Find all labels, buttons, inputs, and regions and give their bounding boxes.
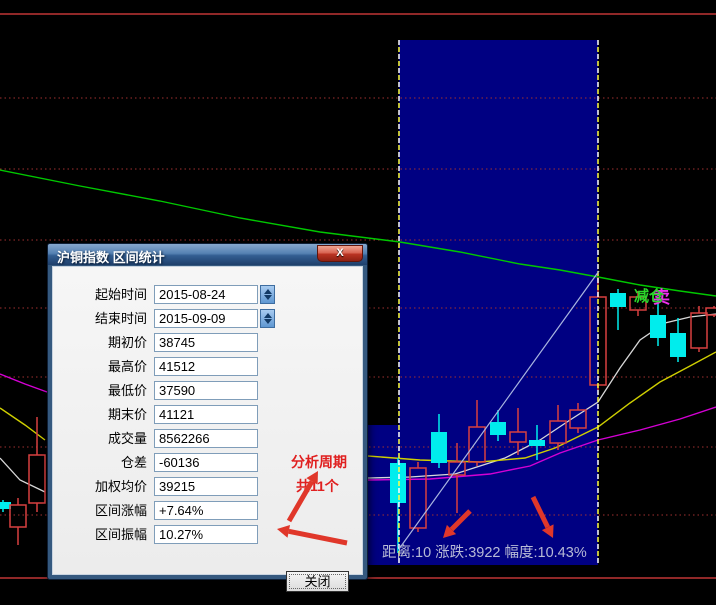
highlight-region bbox=[399, 40, 598, 565]
close-button[interactable]: 关闭 bbox=[286, 571, 349, 592]
field-input[interactable]: 38745 bbox=[154, 333, 258, 352]
period-count-note: 共11个 bbox=[296, 476, 339, 496]
field-label: 区间涨幅 bbox=[59, 501, 147, 520]
candle-up bbox=[691, 313, 707, 348]
field-row: 区间振幅 10.27% bbox=[53, 525, 362, 544]
field-input[interactable]: 37590 bbox=[154, 381, 258, 400]
field-input[interactable]: 41512 bbox=[154, 357, 258, 376]
field-row: 结束时间 2015-09-09 bbox=[53, 309, 362, 328]
ma-yellow-left bbox=[0, 408, 45, 440]
field-label: 最低价 bbox=[59, 381, 147, 400]
dialog-title: 沪铜指数 区间统计 bbox=[57, 247, 165, 266]
date-spinner[interactable] bbox=[260, 309, 275, 328]
field-row: 最高价 41512 bbox=[53, 357, 362, 376]
spinner-down-icon[interactable] bbox=[264, 319, 272, 324]
field-input[interactable]: -60136 bbox=[154, 453, 258, 472]
field-input[interactable]: +7.64% bbox=[154, 501, 258, 520]
close-x-button[interactable]: X bbox=[317, 245, 363, 262]
candle-down bbox=[610, 293, 626, 307]
field-label: 起始时间 bbox=[59, 285, 147, 304]
candle-down bbox=[431, 432, 447, 463]
field-label: 区间振幅 bbox=[59, 525, 147, 544]
candle-down bbox=[390, 463, 406, 503]
field-label: 最高价 bbox=[59, 357, 147, 376]
candle-up bbox=[29, 455, 45, 503]
spinner-up-icon[interactable] bbox=[264, 313, 272, 318]
field-label: 期初价 bbox=[59, 333, 147, 352]
dialog-body: 起始时间 2015-08-24 结束时间 2015-09-09 期初价 38745 最高价 4… bbox=[52, 266, 363, 575]
signal-green-text: 减仓 bbox=[634, 287, 665, 305]
field-input[interactable]: 10.27% bbox=[154, 525, 258, 544]
field-row: 最低价 37590 bbox=[53, 381, 362, 400]
field-label: 成交量 bbox=[59, 429, 147, 448]
field-input[interactable]: 39215 bbox=[154, 477, 258, 496]
field-row: 成交量 8562266 bbox=[53, 429, 362, 448]
field-label: 加权均价 bbox=[59, 477, 147, 496]
ma-white-left bbox=[0, 458, 45, 492]
field-row: 期末价 41121 bbox=[53, 405, 362, 424]
field-row: 起始时间 2015-08-24 bbox=[53, 285, 362, 304]
field-input[interactable]: 2015-09-09 bbox=[154, 309, 258, 328]
field-label: 仓差 bbox=[59, 453, 147, 472]
field-label: 结束时间 bbox=[59, 309, 147, 328]
region-stats-text: 距离:10 涨跌:3922 幅度:10.43% bbox=[382, 544, 587, 561]
field-input[interactable]: 8562266 bbox=[154, 429, 258, 448]
trading-app-screen: 距离:10 涨跌:3922 幅度:10.43%卖减仓 沪铜指数 区间统计 X 起… bbox=[0, 0, 716, 605]
interval-statistics-dialog: 沪铜指数 区间统计 X 起始时间 2015-08-24 结束时间 2015-09-09… bbox=[47, 243, 368, 580]
candle-up bbox=[10, 505, 26, 527]
field-row: 期初价 38745 bbox=[53, 333, 362, 352]
analysis-period-note: 分析周期 bbox=[291, 452, 347, 472]
candle-down bbox=[670, 333, 686, 357]
spinner-down-icon[interactable] bbox=[264, 295, 272, 300]
field-input[interactable]: 2015-08-24 bbox=[154, 285, 258, 304]
candle-down bbox=[650, 315, 666, 338]
field-input[interactable]: 41121 bbox=[154, 405, 258, 424]
date-spinner[interactable] bbox=[260, 285, 275, 304]
field-row: 区间涨幅 +7.64% bbox=[53, 501, 362, 520]
dialog-titlebar[interactable]: 沪铜指数 区间统计 X bbox=[48, 244, 367, 265]
spinner-up-icon[interactable] bbox=[264, 289, 272, 294]
candle-down bbox=[490, 422, 506, 435]
candle-down bbox=[529, 440, 545, 446]
field-label: 期末价 bbox=[59, 405, 147, 424]
